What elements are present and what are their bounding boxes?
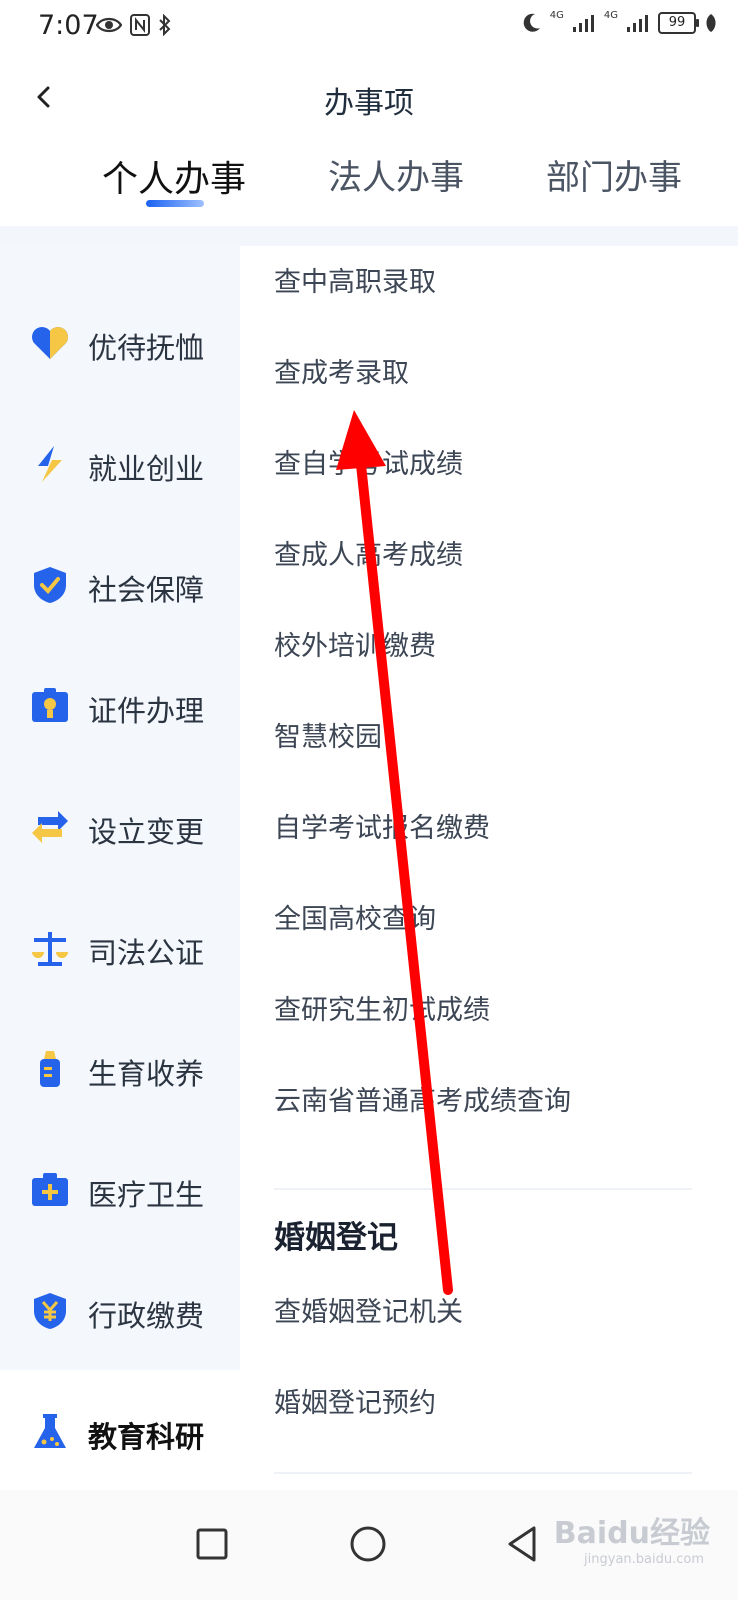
status-right-icons: 4G 4G 99 bbox=[520, 9, 718, 34]
nfc-icon bbox=[130, 14, 150, 36]
list-item[interactable]: 查婚姻登记机关 bbox=[274, 1290, 463, 1329]
swap-arrows-icon bbox=[32, 811, 68, 843]
sidebar-item-label: 生育收养 bbox=[88, 1057, 205, 1091]
page-title: 办事项 bbox=[324, 86, 414, 121]
section-divider bbox=[274, 1472, 692, 1474]
battery-icon: 99 bbox=[658, 12, 699, 34]
sidebar-item-label: 司法公证 bbox=[88, 936, 205, 970]
leaf-icon bbox=[706, 14, 716, 32]
sidebar-item-employment[interactable]: 就业创业 bbox=[0, 402, 240, 525]
sidebar-item-preferential[interactable]: 优待抚恤 bbox=[0, 281, 240, 404]
section-title-marriage: 婚姻登记 bbox=[274, 1220, 398, 1256]
status-left-icons bbox=[96, 12, 172, 38]
tab-department[interactable]: 部门办事 bbox=[546, 150, 682, 199]
sidebar-item-establishment[interactable]: 设立变更 bbox=[0, 765, 240, 888]
heart-icon bbox=[32, 327, 68, 359]
id-card-icon bbox=[32, 688, 68, 722]
header: 办事项 bbox=[0, 52, 738, 142]
scales-icon bbox=[32, 932, 68, 966]
sidebar-item-medical[interactable]: 医疗卫生 bbox=[0, 1128, 240, 1251]
list-item[interactable]: 云南省普通高考成绩查询 bbox=[274, 1079, 571, 1118]
tab-legal-person[interactable]: 法人办事 bbox=[328, 150, 464, 199]
recent-apps-square-icon[interactable] bbox=[188, 1520, 236, 1568]
shield-check-icon bbox=[34, 567, 66, 603]
eye-icon bbox=[96, 17, 122, 33]
divider-band bbox=[0, 226, 738, 246]
tab-personal[interactable]: 个人办事 bbox=[102, 150, 246, 202]
list-item[interactable]: 自学考试报名缴费 bbox=[274, 806, 490, 845]
sidebar-item-judicial[interactable]: 司法公证 bbox=[0, 886, 240, 1009]
list-item[interactable]: 智慧校园 bbox=[274, 715, 382, 754]
watermark-logo: Baidu经验 bbox=[553, 1516, 710, 1551]
sidebar-item-social-security[interactable]: 社会保障 bbox=[0, 523, 240, 646]
sidebar-item-administrative-fee[interactable]: 行政缴费 bbox=[0, 1249, 240, 1372]
list-item[interactable]: 查自学考试成绩 bbox=[274, 442, 463, 481]
signal-icon bbox=[627, 15, 648, 32]
sidebar-item-birth-adoption[interactable]: 生育收养 bbox=[0, 1007, 240, 1130]
list-item[interactable]: 查研究生初试成绩 bbox=[274, 988, 490, 1027]
list-item[interactable]: 查成考录取 bbox=[274, 351, 409, 390]
lightning-icon bbox=[38, 446, 62, 482]
bluetooth-icon bbox=[159, 14, 171, 36]
status-bar: 7:07 4G 4G 99 bbox=[0, 0, 738, 52]
category-sidebar: 优待抚恤 就业创业 社会保障 证件办理 设立变更 司法公证 生育收养 医疗卫生 … bbox=[0, 246, 240, 1493]
moon-icon bbox=[523, 13, 540, 32]
baby-bottle-icon bbox=[40, 1051, 60, 1087]
sidebar-item-label: 证件办理 bbox=[88, 694, 205, 728]
service-list: 查中高职录取 查成考录取 查自学考试成绩 查成人高考成绩 校外培训缴费 智慧校园… bbox=[240, 246, 738, 1496]
sidebar-item-label: 优待抚恤 bbox=[88, 331, 205, 365]
sidebar-item-education[interactable]: 教育科研 bbox=[0, 1370, 240, 1493]
sidebar-item-label: 行政缴费 bbox=[88, 1299, 205, 1333]
signal-label-1: 4G bbox=[549, 9, 564, 21]
signal-label-2: 4G bbox=[603, 9, 618, 21]
list-item[interactable]: 查成人高考成绩 bbox=[274, 533, 463, 572]
tab-indicator bbox=[146, 200, 204, 207]
list-item[interactable]: 全国高校查询 bbox=[274, 897, 436, 936]
medical-kit-icon bbox=[32, 1173, 68, 1206]
sidebar-item-certificates[interactable]: 证件办理 bbox=[0, 644, 240, 767]
system-nav-bar: Baidu经验 jingyan.baidu.com bbox=[0, 1490, 738, 1600]
section-divider bbox=[274, 1188, 692, 1190]
list-item[interactable]: 婚姻登记预约 bbox=[274, 1381, 436, 1420]
sidebar-item-label: 设立变更 bbox=[88, 815, 205, 849]
back-triangle-icon[interactable] bbox=[500, 1520, 548, 1568]
home-circle-icon[interactable] bbox=[344, 1520, 392, 1568]
list-item[interactable]: 查中高职录取 bbox=[274, 260, 436, 299]
sidebar-item-label: 社会保障 bbox=[88, 573, 205, 607]
yuan-coin-icon bbox=[34, 1293, 66, 1329]
flask-icon bbox=[34, 1414, 66, 1448]
sidebar-item-label: 医疗卫生 bbox=[88, 1178, 205, 1212]
list-item[interactable]: 校外培训缴费 bbox=[274, 624, 436, 663]
sidebar-item-label: 就业创业 bbox=[88, 452, 205, 486]
status-time: 7:07 bbox=[38, 10, 99, 41]
sidebar-item-label: 教育科研 bbox=[88, 1420, 205, 1454]
signal-icon bbox=[572, 15, 594, 32]
watermark-url: jingyan.baidu.com bbox=[584, 1552, 704, 1567]
tab-bar: 个人办事 法人办事 部门办事 bbox=[0, 142, 738, 226]
